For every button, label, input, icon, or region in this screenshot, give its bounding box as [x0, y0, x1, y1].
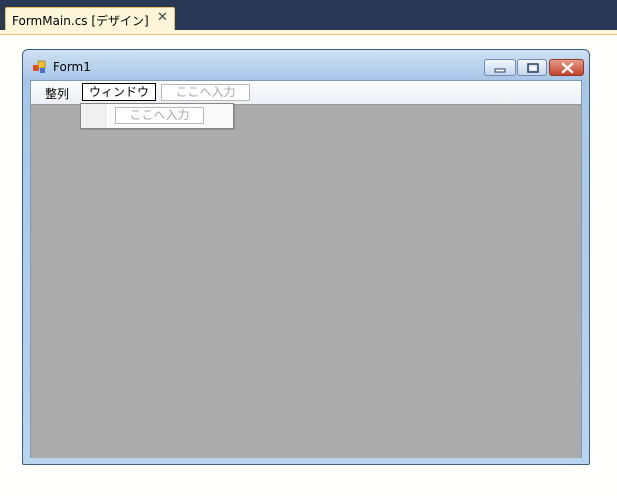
mdi-client-area	[31, 104, 581, 458]
close-button[interactable]	[549, 59, 584, 76]
menu-item-arrange[interactable]: 整列	[45, 85, 69, 102]
form-window[interactable]: Form1 整列 ウィンドウ ここへ入力 ここへ入力	[22, 49, 590, 465]
minimize-button[interactable]	[484, 59, 516, 76]
close-icon	[561, 62, 574, 74]
minimize-icon	[494, 68, 506, 73]
close-icon[interactable]: ✕	[157, 10, 168, 25]
maximize-icon	[527, 63, 539, 73]
menu-strip: 整列 ウィンドウ ここへ入力	[31, 81, 581, 104]
form-title: Form1	[53, 60, 91, 74]
window-dropdown: ここへ入力	[80, 103, 234, 129]
menu-item-window[interactable]: ウィンドウ	[82, 83, 157, 101]
dropdown-type-here[interactable]: ここへ入力	[115, 107, 204, 124]
form-client-area: 整列 ウィンドウ ここへ入力 ここへ入力	[30, 80, 582, 458]
form-app-icon	[33, 60, 46, 73]
document-tab[interactable]: FormMain.cs [デザイン] ✕	[5, 7, 175, 31]
menu-type-here[interactable]: ここへ入力	[161, 84, 250, 101]
document-tab-title: FormMain.cs [デザイン]	[12, 14, 149, 28]
maximize-button[interactable]	[517, 59, 547, 76]
dropdown-icon-gutter	[81, 104, 106, 128]
